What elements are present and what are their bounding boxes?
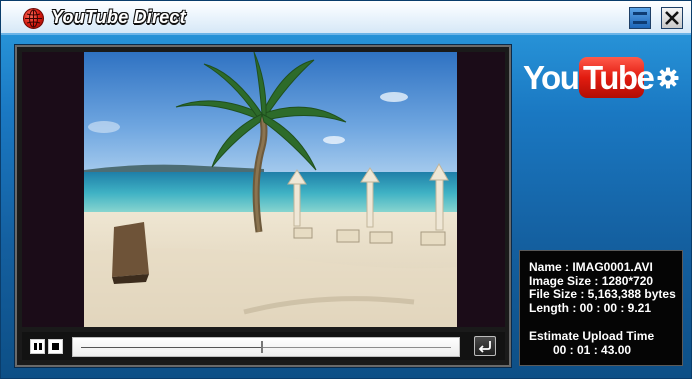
- file-size: File Size : 5,163,388 bytes: [529, 287, 676, 301]
- video-player: [15, 45, 511, 367]
- upload-time-value: 00 : 01 : 43.00: [553, 342, 632, 357]
- repeat-icon: [478, 341, 491, 353]
- repeat-button[interactable]: [474, 336, 496, 356]
- seek-thumb[interactable]: [261, 341, 263, 353]
- gear-icon: [657, 67, 679, 89]
- logo-tube-text: Tube: [583, 59, 655, 96]
- upload-time-label: Estimate Upload Time: [529, 329, 655, 343]
- seek-slider[interactable]: [72, 337, 460, 357]
- image-size: Image Size : 1280*720: [529, 273, 654, 288]
- app-window: YouTube Direct You Tube Name: IMAG0001.…: [0, 0, 692, 379]
- close-button[interactable]: [661, 7, 683, 29]
- stop-icon: [52, 343, 59, 350]
- video-viewport[interactable]: [22, 52, 505, 327]
- settings-button[interactable]: [657, 67, 679, 89]
- pause-button[interactable]: [30, 339, 45, 354]
- title-bar[interactable]: YouTube Direct: [1, 1, 691, 35]
- video-preview-frame: [84, 52, 457, 327]
- minimize-icon-bar: [633, 21, 647, 24]
- logo-you-text: You: [523, 59, 580, 96]
- video-length: Length : 00 : 00 : 9.21: [529, 300, 652, 315]
- globe-icon: [23, 8, 44, 29]
- stop-button[interactable]: [48, 339, 63, 354]
- file-info-panel: Name : IMAG0001.AVI Image Size : 1280*72…: [519, 250, 683, 366]
- minimize-button[interactable]: [629, 7, 651, 29]
- window-title: YouTube Direct: [51, 7, 186, 27]
- youtube-logo: You Tube: [523, 57, 655, 99]
- playback-controls: [22, 332, 505, 360]
- file-name: Name : IMAG0001.AVI: [529, 260, 653, 274]
- seek-progress: [81, 347, 262, 348]
- minimize-icon: [633, 12, 647, 15]
- close-icon: [665, 11, 679, 25]
